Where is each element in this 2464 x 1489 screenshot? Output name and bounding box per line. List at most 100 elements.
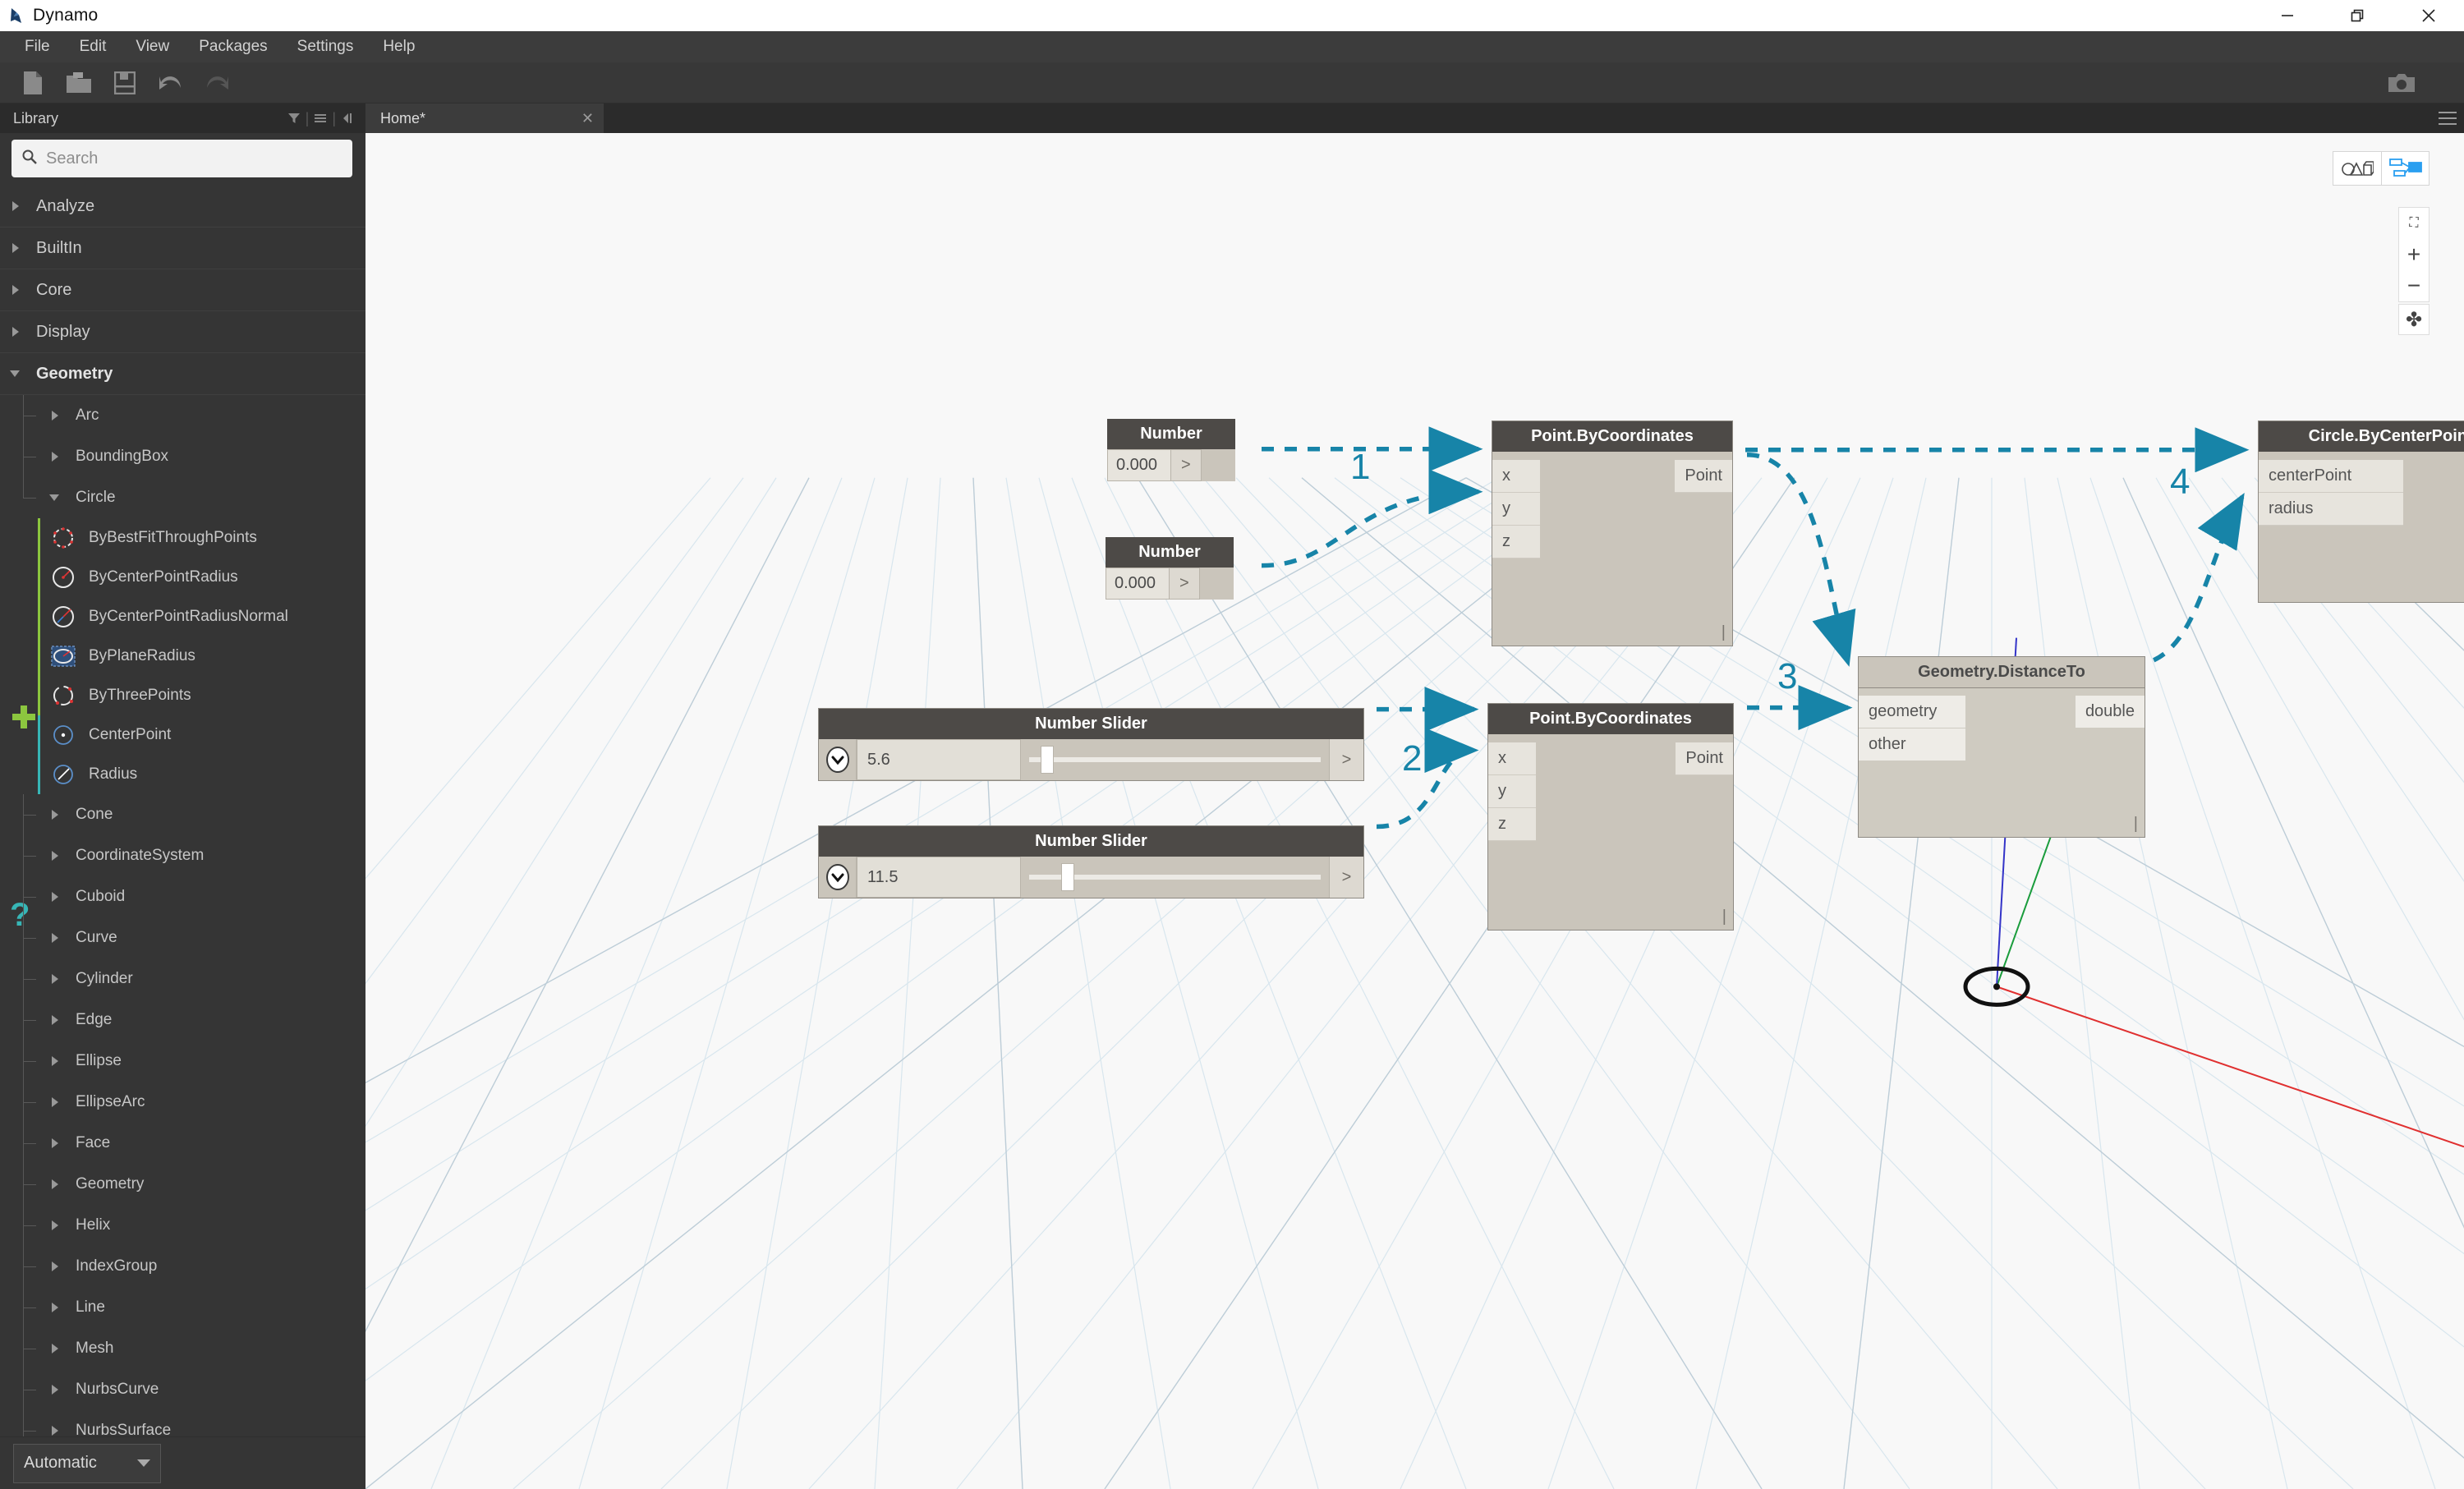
input-port-radius[interactable]: radius xyxy=(2259,493,2403,526)
save-file-icon[interactable] xyxy=(102,65,148,101)
slider-settings-chevron-icon[interactable] xyxy=(819,857,857,898)
sidebar-item-geometry-sub[interactable]: Geometry xyxy=(0,1164,365,1205)
expand-button[interactable]: > xyxy=(1329,857,1363,898)
input-port-y[interactable]: y xyxy=(1488,775,1536,808)
sidebar-item-line[interactable]: Line xyxy=(0,1287,365,1328)
menu-help[interactable]: Help xyxy=(368,31,430,62)
sidebar-item-display[interactable]: Display xyxy=(0,311,365,353)
sidebar-item-byplaneradius[interactable]: ByPlaneRadius xyxy=(0,637,365,676)
input-port-centerpoint[interactable]: centerPoint xyxy=(2259,460,2403,493)
sidebar-item-helix[interactable]: Helix xyxy=(0,1205,365,1246)
sidebar-item-geometry[interactable]: Geometry xyxy=(0,353,365,395)
library-tree[interactable]: Analyze BuiltIn Core Display Geometry Ar… xyxy=(0,186,365,1436)
sidebar-item-bybestfitthroughpoints[interactable]: ByBestFitThroughPoints xyxy=(0,518,365,558)
slider-track[interactable] xyxy=(1021,857,1329,898)
node-number-2[interactable]: Number 0.000 > xyxy=(1106,537,1234,600)
slider-track[interactable] xyxy=(1021,739,1329,780)
sidebar-item-core[interactable]: Core xyxy=(0,269,365,311)
input-port-x[interactable]: x xyxy=(1492,460,1540,493)
sidebar-item-builtin[interactable]: BuiltIn xyxy=(0,227,365,269)
run-mode-select[interactable]: Automatic xyxy=(13,1443,161,1483)
menu-view[interactable]: View xyxy=(121,31,184,62)
sidebar-item-bycenterpointradiusnormal[interactable]: ByCenterPointRadiusNormal xyxy=(0,597,365,637)
list-icon[interactable] xyxy=(309,112,332,125)
maximize-restore-button[interactable] xyxy=(2323,0,2393,31)
node-number-slider-1[interactable]: Number Slider 5.6 > xyxy=(818,708,1364,781)
tab-home[interactable]: Home* ✕ xyxy=(365,103,604,133)
output-port-point[interactable]: Point xyxy=(1675,460,1732,493)
slider-value-input[interactable]: 5.6 xyxy=(857,739,1021,780)
menu-file[interactable]: File xyxy=(10,31,65,62)
close-button[interactable] xyxy=(2393,0,2464,31)
collapse-panel-icon[interactable] xyxy=(336,112,359,125)
hamburger-icon[interactable] xyxy=(2431,103,2464,133)
undo-icon[interactable] xyxy=(148,65,194,101)
node-point-bycoordinates-2[interactable]: Point.ByCoordinates x y z Point | xyxy=(1487,703,1734,931)
node-preview-pin[interactable]: | xyxy=(2134,815,2138,834)
minimize-button[interactable] xyxy=(2252,0,2323,31)
sidebar-item-edge[interactable]: Edge xyxy=(0,1000,365,1041)
geometry-view-toggle[interactable] xyxy=(2333,152,2381,185)
slider-thumb[interactable] xyxy=(1041,746,1055,774)
sidebar-item-cylinder[interactable]: Cylinder xyxy=(0,958,365,1000)
menu-edit[interactable]: Edit xyxy=(65,31,122,62)
sidebar-item-cone[interactable]: Cone xyxy=(0,794,365,835)
number-value-input[interactable]: 0.000 xyxy=(1107,449,1171,481)
sidebar-item-arc[interactable]: Arc xyxy=(0,395,365,436)
sidebar-item-bycenterpointradius[interactable]: ByCenterPointRadius xyxy=(0,558,365,597)
sidebar-item-ellipse[interactable]: Ellipse xyxy=(0,1041,365,1082)
graph-view-toggle[interactable] xyxy=(2381,152,2429,185)
open-file-icon[interactable] xyxy=(56,65,102,101)
search-box[interactable] xyxy=(11,140,352,177)
expand-button[interactable]: > xyxy=(1329,739,1363,780)
zoom-in-button[interactable]: + xyxy=(2399,239,2429,270)
sidebar-item-nurbscurve[interactable]: NurbsCurve xyxy=(0,1369,365,1410)
sidebar-item-centerpoint[interactable]: CenterPoint xyxy=(0,715,365,755)
input-port-x[interactable]: x xyxy=(1488,742,1536,775)
slider-thumb[interactable] xyxy=(1061,863,1075,891)
filter-icon[interactable] xyxy=(283,112,306,125)
graph-canvas[interactable]: 1 2 3 4 Number 0.000 > Number 0.000 > Po… xyxy=(365,133,2464,1489)
node-preview-pin[interactable]: | xyxy=(1722,908,1726,926)
node-number-slider-2[interactable]: Number Slider 11.5 > xyxy=(818,825,1364,898)
slider-settings-chevron-icon[interactable] xyxy=(819,739,857,780)
zoom-out-button[interactable]: − xyxy=(2399,270,2429,301)
sidebar-item-bythreepoints[interactable]: ByThreePoints xyxy=(0,676,365,715)
node-circle-bycenterpointradius[interactable]: Circle.ByCenterPointRadius centerPoint r… xyxy=(2258,421,2464,603)
sidebar-item-nurbssurface[interactable]: NurbsSurface xyxy=(0,1410,365,1436)
sidebar-item-radius[interactable]: Radius xyxy=(0,755,365,794)
search-input[interactable] xyxy=(46,149,342,168)
input-port-other[interactable]: other xyxy=(1859,728,1965,761)
input-port-y[interactable]: y xyxy=(1492,493,1540,526)
redo-icon[interactable] xyxy=(194,65,240,101)
node-geometry-distanceto[interactable]: Geometry.DistanceTo geometry other doubl… xyxy=(1858,656,2145,838)
sidebar-item-ellipsearc[interactable]: EllipseArc xyxy=(0,1082,365,1123)
sidebar-item-mesh[interactable]: Mesh xyxy=(0,1328,365,1369)
sidebar-item-indexgroup[interactable]: IndexGroup xyxy=(0,1246,365,1287)
close-icon[interactable]: ✕ xyxy=(582,110,594,127)
sidebar-item-face[interactable]: Face xyxy=(0,1123,365,1164)
sidebar-item-coordinatesystem[interactable]: CoordinateSystem xyxy=(0,835,365,876)
sidebar-item-analyze[interactable]: Analyze xyxy=(0,186,365,227)
number-value-input[interactable]: 0.000 xyxy=(1106,568,1170,600)
sidebar-item-curve[interactable]: Curve xyxy=(0,917,365,958)
slider-value-input[interactable]: 11.5 xyxy=(857,857,1021,898)
new-file-icon[interactable] xyxy=(10,65,56,101)
sidebar-item-boundingbox[interactable]: BoundingBox xyxy=(0,436,365,477)
output-port-double[interactable]: double xyxy=(2075,696,2145,728)
pan-button[interactable]: ✤ xyxy=(2398,304,2430,335)
zoom-to-fit-button[interactable]: ⛶ xyxy=(2399,208,2429,239)
sidebar-item-circle[interactable]: Circle xyxy=(0,477,365,518)
input-port-z[interactable]: z xyxy=(1492,526,1540,558)
node-preview-pin[interactable]: | xyxy=(1722,623,1726,642)
output-port-point[interactable]: Point xyxy=(1676,742,1733,775)
menu-packages[interactable]: Packages xyxy=(184,31,282,62)
input-port-geometry[interactable]: geometry xyxy=(1859,696,1965,728)
menu-settings[interactable]: Settings xyxy=(283,31,369,62)
expand-button[interactable]: > xyxy=(1170,568,1200,600)
expand-button[interactable]: > xyxy=(1171,449,1202,481)
node-point-bycoordinates-1[interactable]: Point.ByCoordinates x y z Point | xyxy=(1492,421,1733,646)
sidebar-item-cuboid[interactable]: Cuboid xyxy=(0,876,365,917)
node-number-1[interactable]: Number 0.000 > xyxy=(1107,419,1235,481)
camera-icon[interactable] xyxy=(2379,65,2425,101)
